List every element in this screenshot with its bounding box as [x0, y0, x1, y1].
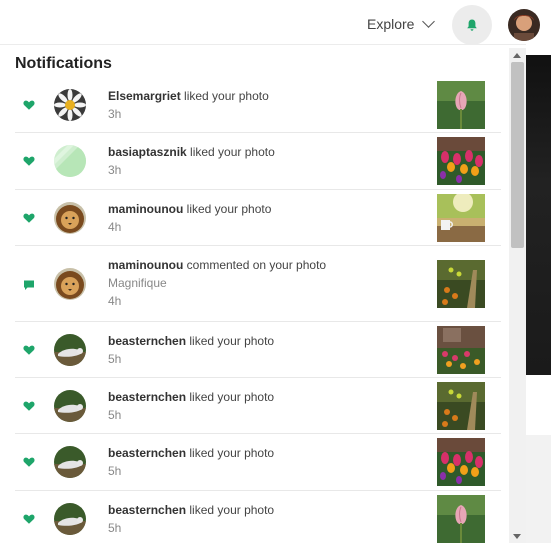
photo-thumbnail[interactable] [437, 326, 485, 374]
notification-action: liked your photo [189, 446, 275, 460]
heart-icon [23, 345, 35, 355]
explore-label: Explore [367, 16, 415, 32]
notification-text: Elsemargriet liked your photo 3h [108, 87, 269, 123]
notification-time: 5h [108, 352, 122, 366]
username-link[interactable]: maminounou [108, 258, 183, 272]
scrollbar[interactable] [509, 48, 526, 543]
notification-row[interactable]: maminounou commented on your photo Magni… [15, 246, 501, 322]
notification-time: 5h [108, 521, 122, 535]
notification-text: beasternchen liked your photo 5h [108, 501, 274, 537]
username-link[interactable]: beasternchen [108, 334, 186, 348]
avatar[interactable] [54, 503, 86, 535]
avatar[interactable] [54, 334, 86, 366]
photo-thumbnail[interactable] [437, 260, 485, 308]
notification-row[interactable]: maminounou liked your photo 4h [15, 190, 501, 246]
notification-action: liked your photo [186, 202, 272, 216]
top-bar: Explore [0, 0, 551, 48]
heart-icon [23, 514, 35, 524]
background-strip [526, 375, 551, 435]
scroll-up-arrow-icon[interactable] [513, 53, 521, 58]
user-avatar[interactable] [508, 9, 540, 41]
notification-action: liked your photo [189, 334, 275, 348]
explore-menu[interactable]: Explore [367, 15, 436, 32]
username-link[interactable]: beasternchen [108, 446, 186, 460]
avatar[interactable] [54, 145, 86, 177]
notification-row[interactable]: beasternchen liked your photo 5h [15, 322, 501, 378]
notification-action: liked your photo [190, 145, 275, 159]
avatar[interactable] [54, 89, 86, 121]
notification-time: 3h [108, 107, 122, 121]
comment-icon [24, 280, 34, 290]
photo-thumbnail[interactable] [437, 382, 485, 430]
notification-time: 3h [108, 163, 122, 177]
notification-text: basiaptasznik liked your photo 3h [108, 143, 275, 179]
username-link[interactable]: maminounou [108, 202, 183, 216]
photo-thumbnail[interactable] [437, 194, 485, 242]
notification-action: commented on your photo [186, 258, 327, 272]
avatar[interactable] [54, 268, 86, 300]
notification-time: 5h [108, 408, 122, 422]
username-link[interactable]: Elsemargriet [108, 89, 181, 103]
avatar[interactable] [54, 390, 86, 422]
notification-row[interactable]: beasternchen liked your photo 5h [15, 491, 501, 543]
heart-icon [23, 213, 35, 223]
notification-row[interactable]: beasternchen liked your photo 5h [15, 378, 501, 434]
notification-text: beasternchen liked your photo 5h [108, 444, 274, 480]
notification-row[interactable]: Elsemargriet liked your photo 3h [15, 79, 501, 133]
notification-time: 4h [108, 220, 122, 234]
notification-text: maminounou commented on your photo Magni… [108, 256, 326, 310]
comment-text: Magnifique [108, 276, 167, 290]
notification-text: beasternchen liked your photo 5h [108, 332, 274, 368]
photo-thumbnail[interactable] [437, 438, 485, 486]
notification-row[interactable]: beasternchen liked your photo 5h [15, 434, 501, 491]
notification-action: liked your photo [189, 503, 275, 517]
scrollbar-thumb[interactable] [511, 62, 524, 248]
heart-icon [23, 100, 35, 110]
notifications-button[interactable] [452, 5, 492, 45]
username-link[interactable]: beasternchen [108, 390, 186, 404]
notification-action: liked your photo [184, 89, 269, 103]
notification-text: beasternchen liked your photo 5h [108, 388, 274, 424]
heart-icon [23, 401, 35, 411]
username-link[interactable]: beasternchen [108, 503, 186, 517]
username-link[interactable]: basiaptasznik [108, 145, 187, 159]
chevron-down-icon [422, 15, 436, 28]
heart-icon [23, 156, 35, 166]
avatar[interactable] [54, 202, 86, 234]
bell-icon [467, 19, 477, 31]
notification-text: maminounou liked your photo 4h [108, 200, 271, 236]
photo-thumbnail[interactable] [437, 81, 485, 129]
background-footer [526, 435, 551, 543]
notification-row[interactable]: basiaptasznik liked your photo 3h [15, 133, 501, 190]
photo-thumbnail[interactable] [437, 137, 485, 185]
scroll-down-arrow-icon[interactable] [513, 534, 521, 539]
notifications-panel: Notifications Elsemargriet liked your ph… [0, 44, 526, 543]
avatar[interactable] [54, 446, 86, 478]
panel-title: Notifications [15, 55, 112, 72]
notification-action: liked your photo [189, 390, 275, 404]
notification-time: 5h [108, 464, 122, 478]
heart-icon [23, 457, 35, 467]
photo-thumbnail[interactable] [437, 495, 485, 543]
notification-time: 4h [108, 294, 122, 308]
background-photo [526, 55, 551, 375]
